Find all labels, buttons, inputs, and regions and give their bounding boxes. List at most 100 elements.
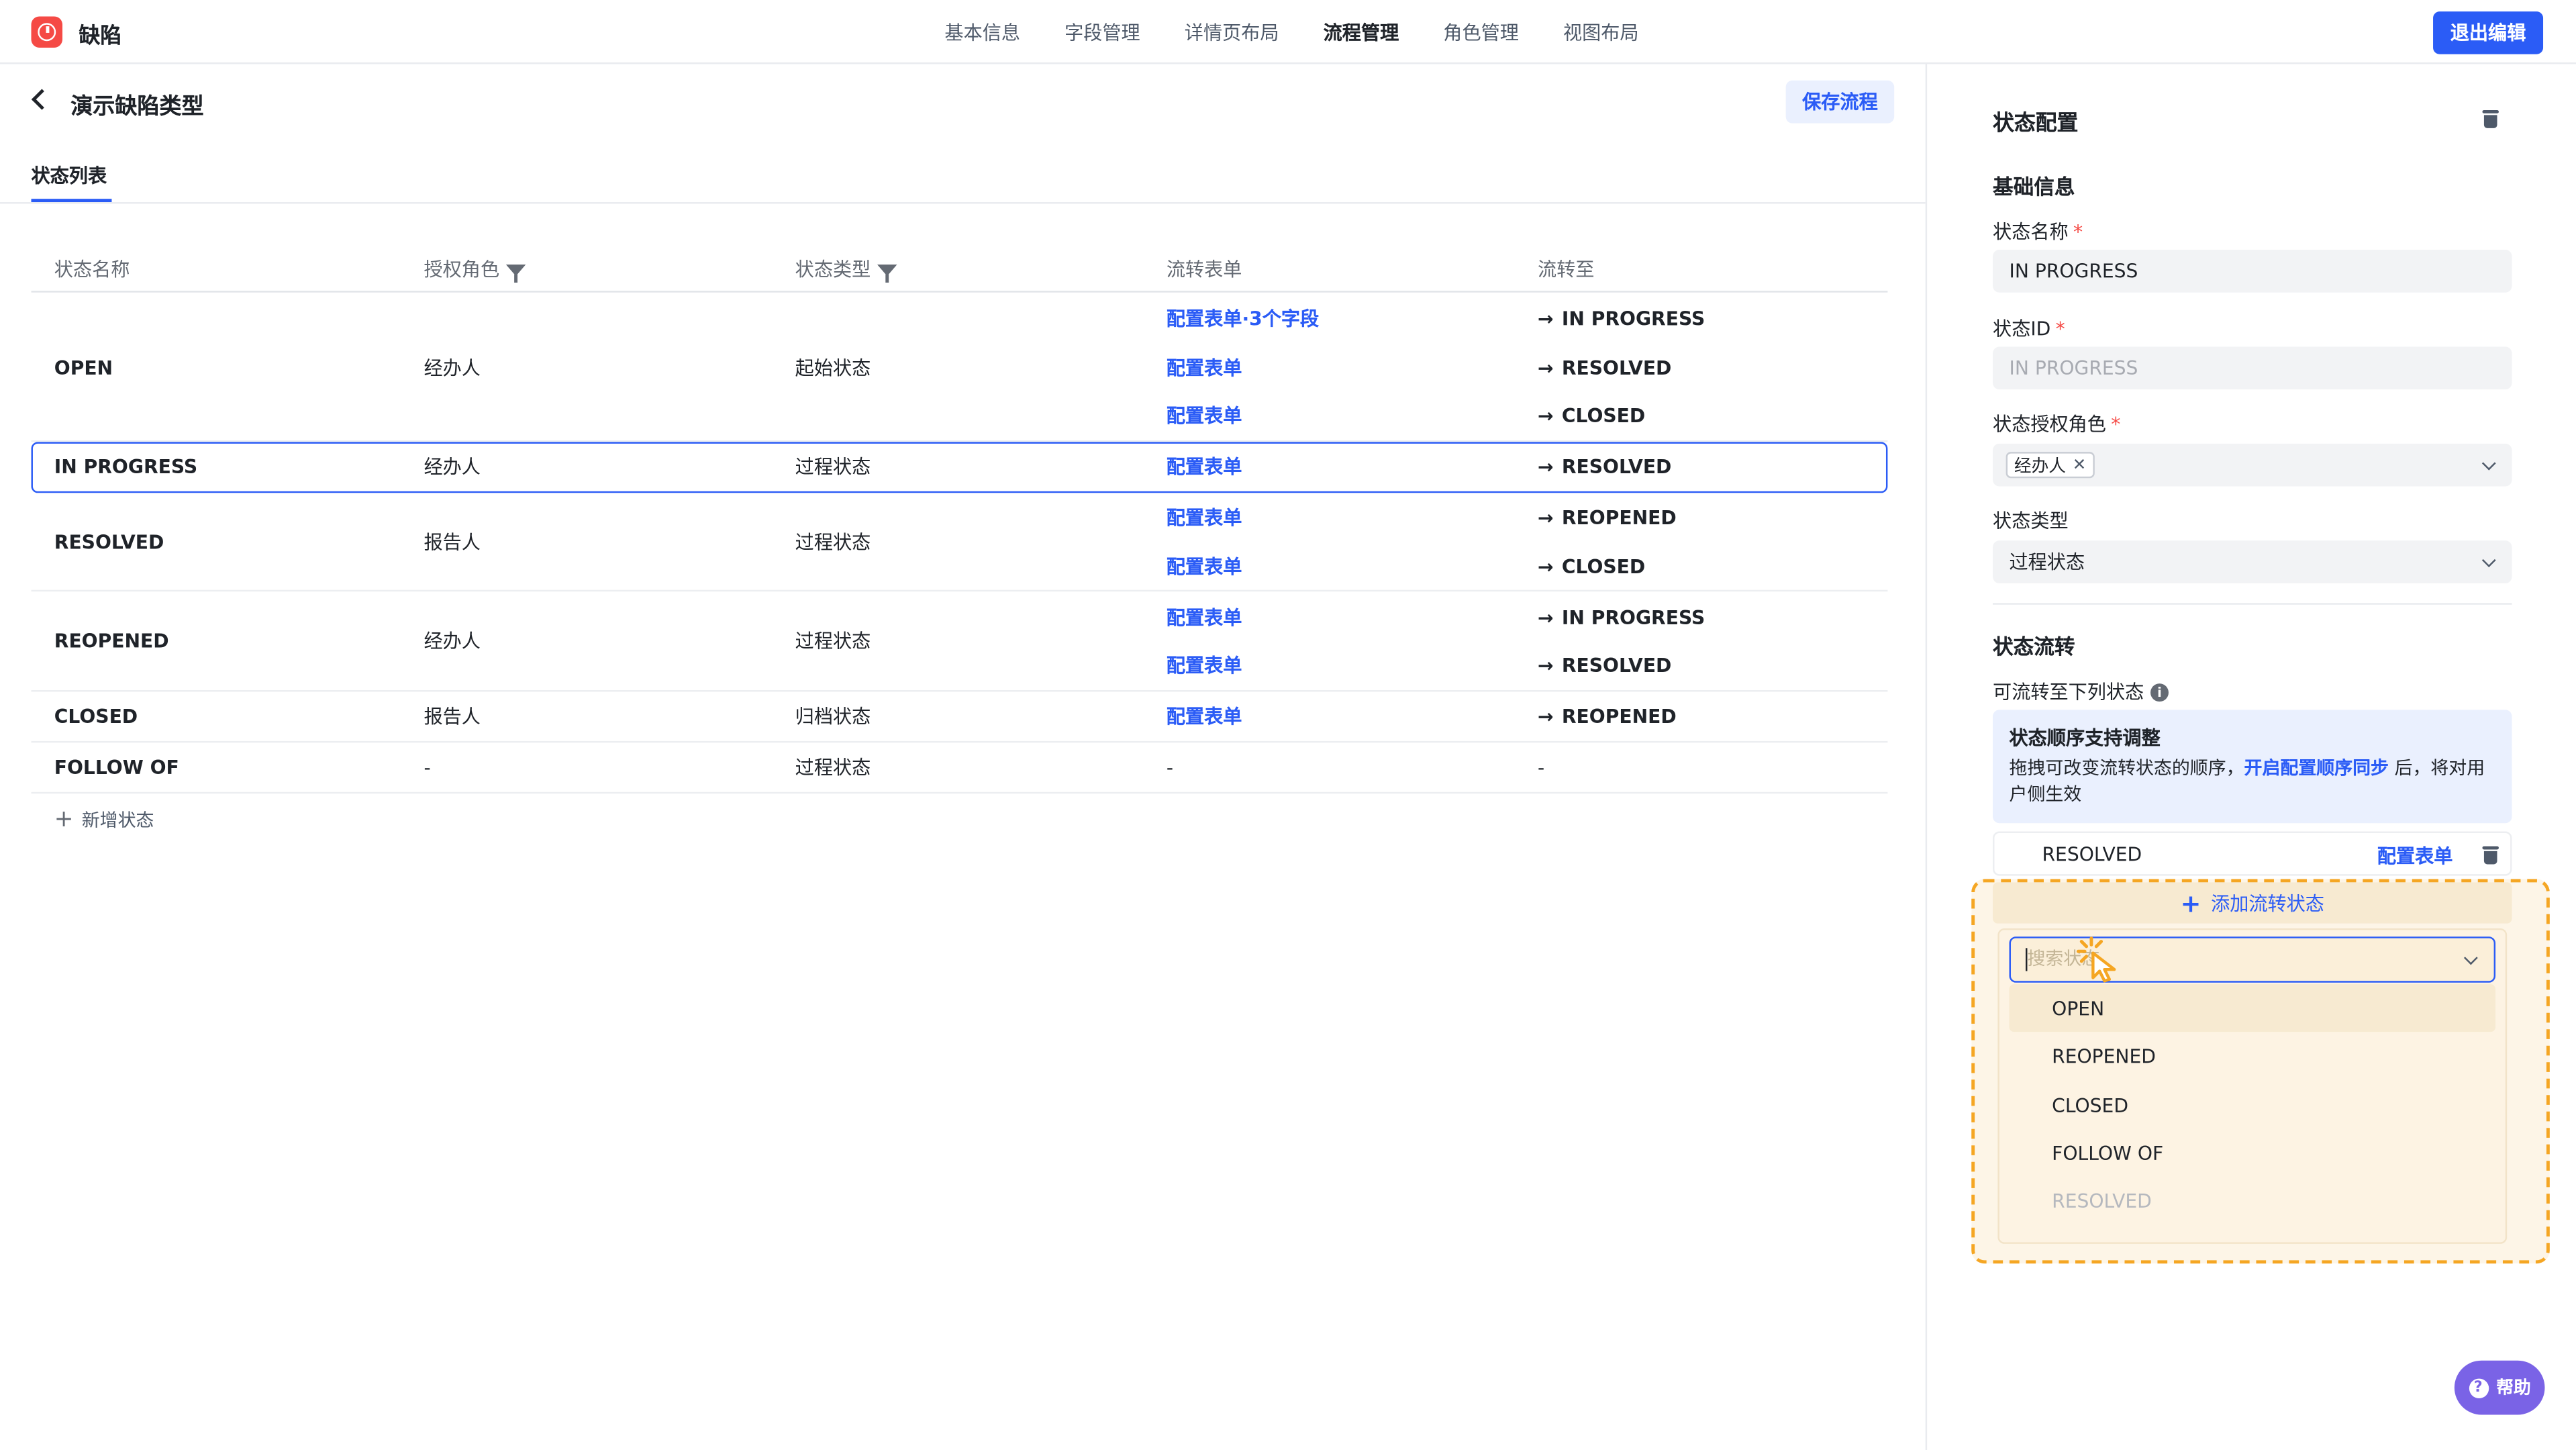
nav-workflow-management[interactable]: 流程管理 xyxy=(1324,19,1399,46)
close-icon[interactable]: ✕ xyxy=(2073,456,2087,474)
table-row-name[interactable]: REOPENED xyxy=(54,629,169,652)
pointer-cursor-icon xyxy=(2076,936,2116,983)
table-row-type: 过程状态 xyxy=(795,455,871,479)
arrow-right-icon: → xyxy=(1538,606,1554,630)
transition-item[interactable]: RESOLVED 配置表单 xyxy=(1993,831,2512,876)
type-filter-icon[interactable] xyxy=(877,263,897,282)
nav-basic-info[interactable]: 基本信息 xyxy=(944,19,1020,46)
add-state-button[interactable]: + 新增状态 xyxy=(54,807,154,833)
header-state-type: 状态类型 xyxy=(795,256,897,283)
chevron-down-icon xyxy=(2481,553,2496,568)
notice-body: 拖拽可改变流转状态的顺序，开启配置顺序同步 后，将对用户侧生效 xyxy=(2009,757,2485,806)
transition-target: → REOPENED xyxy=(1538,505,1677,530)
top-nav: 基本信息 字段管理 详情页布局 流程管理 角色管理 视图布局 xyxy=(944,19,1683,46)
config-form-link[interactable]: 配置表单 xyxy=(1167,555,1242,578)
state-type-label: 状态类型 xyxy=(1993,509,2069,533)
arrow-right-icon: → xyxy=(1538,307,1554,330)
nav-view-layout[interactable]: 视图布局 xyxy=(1563,19,1639,46)
arrow-right-icon: → xyxy=(1538,356,1554,380)
table-row-type: 过程状态 xyxy=(795,755,871,779)
chevron-down-icon xyxy=(2481,456,2496,471)
config-form-link[interactable]: 配置表单 xyxy=(1167,404,1242,427)
table-row-type: 起始状态 xyxy=(795,356,871,380)
trash-icon[interactable] xyxy=(2482,109,2499,128)
dropdown-option-reopened[interactable]: REOPENED xyxy=(2010,1032,2496,1079)
arrow-right-icon: → xyxy=(1538,555,1554,579)
role-tag: 经办人 ✕ xyxy=(2005,452,2095,479)
table-row-name[interactable]: CLOSED xyxy=(54,705,138,728)
role-filter-icon[interactable] xyxy=(505,263,526,282)
back-icon[interactable] xyxy=(31,89,52,110)
plus-icon: + xyxy=(54,806,74,833)
arrow-right-icon: → xyxy=(1538,404,1554,428)
app-root: 缺陷 基本信息 字段管理 详情页布局 流程管理 角色管理 视图布局 退出编辑 演… xyxy=(0,0,2576,1450)
role-label: 状态授权角色 * xyxy=(1993,412,2121,436)
config-form-link[interactable]: 配置表单 xyxy=(1167,705,1242,728)
table-row-role: 报告人 xyxy=(424,530,481,554)
transition-target: → CLOSED xyxy=(1538,404,1646,428)
transition-target: → IN PROGRESS xyxy=(1538,606,1705,630)
info-icon[interactable]: i xyxy=(2150,683,2169,701)
header-target: 流转至 xyxy=(1538,258,1595,281)
state-name-input[interactable]: IN PROGRESS xyxy=(1993,250,2512,293)
table-row-role: - xyxy=(424,755,431,779)
config-form-link[interactable]: 配置表单 xyxy=(1167,455,1242,478)
enable-order-sync-link[interactable]: 开启配置顺序同步 xyxy=(2244,757,2389,779)
table-row-name[interactable]: RESOLVED xyxy=(54,531,164,554)
table-row-role: 报告人 xyxy=(424,705,481,728)
config-form-link[interactable]: 配置表单 xyxy=(2377,843,2453,869)
config-form-link[interactable]: 配置表单 xyxy=(1167,506,1242,529)
transition-target: → RESOLVED xyxy=(1538,654,1672,677)
row-divider xyxy=(31,589,1888,592)
table-row-type: 过程状态 xyxy=(795,530,871,554)
role-select[interactable]: 经办人 ✕ xyxy=(1993,443,2512,487)
transition-target: → RESOLVED xyxy=(1538,455,1672,479)
notice-title: 状态顺序支持调整 xyxy=(2009,726,2161,750)
plus-icon: + xyxy=(2180,887,2201,918)
table-row-name[interactable]: OPEN xyxy=(54,356,113,379)
arrow-right-icon: → xyxy=(1538,505,1554,530)
state-type-select[interactable]: 过程状态 xyxy=(1993,540,2512,583)
table-row-name[interactable]: IN PROGRESS xyxy=(54,455,197,478)
dropdown-option-resolved: RESOLVED xyxy=(2052,1188,2152,1212)
row-divider xyxy=(31,740,1888,743)
transition-target: → IN PROGRESS xyxy=(1538,307,1705,330)
tab-divider xyxy=(0,202,1926,204)
transition-target: → RESOLVED xyxy=(1538,356,1672,380)
config-form-link[interactable]: 配置表单 xyxy=(1167,654,1242,677)
nav-role-management[interactable]: 角色管理 xyxy=(1443,19,1519,46)
flow-label: 可流转至下列状态 i xyxy=(1993,679,2169,705)
config-form-link[interactable]: 配置表单 xyxy=(1167,606,1242,629)
transition-item-name: RESOLVED xyxy=(2042,842,2142,866)
table-row-form-empty: - xyxy=(1166,755,1174,779)
page-title: 演示缺陷类型 xyxy=(70,93,204,120)
chevron-down-icon xyxy=(2463,951,2478,965)
arrow-right-icon: → xyxy=(1538,654,1554,677)
state-id-input: IN PROGRESS xyxy=(1993,346,2512,390)
trash-icon[interactable] xyxy=(2482,846,2499,865)
config-form-link[interactable]: 配置表单 xyxy=(1167,356,1242,379)
state-name-label: 状态名称 * xyxy=(1993,220,2083,244)
table-row-name[interactable]: FOLLOW OF xyxy=(54,756,179,779)
dropdown-option-open[interactable]: OPEN xyxy=(2009,984,2496,1032)
add-transition-button[interactable]: + 添加流转状态 xyxy=(1993,882,2512,924)
dropdown-option-follow-of[interactable]: FOLLOW OF xyxy=(2010,1129,2496,1177)
config-form-link[interactable]: 配置表单·3个字段 xyxy=(1167,307,1319,330)
nav-detail-layout[interactable]: 详情页布局 xyxy=(1185,19,1279,46)
table-row-role: 经办人 xyxy=(424,629,481,652)
help-button[interactable]: ? 帮助 xyxy=(2454,1360,2545,1415)
section-divider xyxy=(1993,603,2512,605)
header-state-name: 状态名称 xyxy=(54,258,130,281)
tab-state-list[interactable]: 状态列表 xyxy=(32,162,107,189)
dropdown-option-closed[interactable]: CLOSED xyxy=(2010,1081,2496,1129)
save-workflow-button[interactable]: 保存流程 xyxy=(1785,80,1895,124)
row-divider xyxy=(31,690,1888,692)
exit-edit-button[interactable]: 退出编辑 xyxy=(2433,11,2544,54)
transition-target: → CLOSED xyxy=(1538,555,1646,579)
basic-info-title: 基础信息 xyxy=(1993,174,2075,199)
arrow-right-icon: → xyxy=(1538,455,1554,479)
table-row-target-empty: - xyxy=(1538,755,1545,779)
header-role: 授权角色 xyxy=(424,256,526,283)
flow-title: 状态流转 xyxy=(1993,634,2075,659)
nav-field-management[interactable]: 字段管理 xyxy=(1064,19,1140,46)
